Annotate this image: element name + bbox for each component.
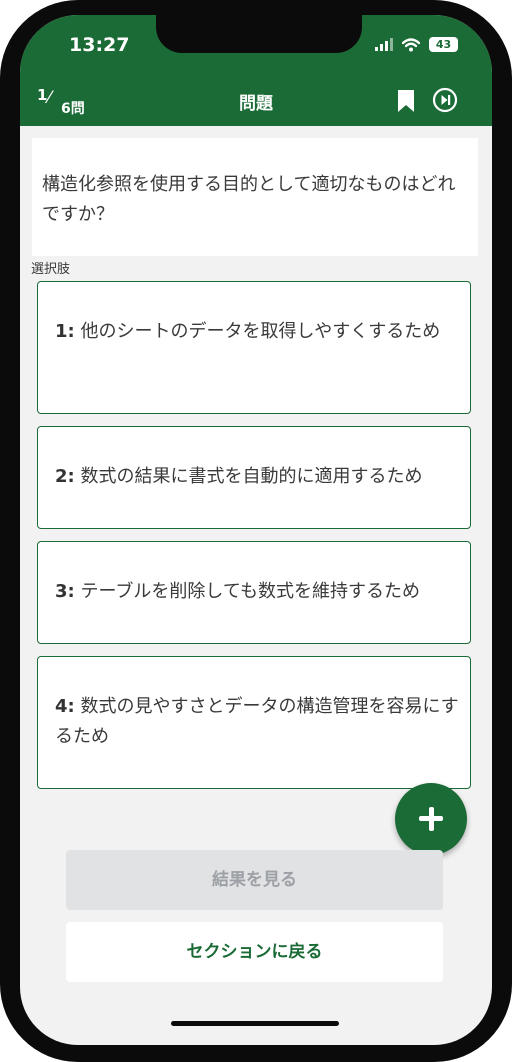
page-title: 問題: [239, 94, 273, 114]
plus-icon: [428, 807, 434, 831]
battery-icon: 43: [429, 37, 458, 52]
choice-number: 1:: [55, 321, 75, 342]
bookmark-icon[interactable]: [396, 89, 416, 113]
side-button: [508, 235, 512, 345]
phone-frame: 13:27 43 1 ⁄ 6問 問題 構造化参照を使用する目的として適切なものは…: [0, 0, 512, 1062]
back-to-section-button[interactable]: セクションに戻る: [66, 922, 443, 982]
status-icons: 43: [375, 37, 458, 52]
choice-text: 4: 数式の見やすさとデータの構造管理を容易にするため: [55, 692, 460, 752]
choice-label: 他のシートのデータを取得しやすくするため: [80, 321, 441, 342]
choice-number: 2:: [55, 466, 75, 487]
app-header: 13:27 43 1 ⁄ 6問 問題: [20, 15, 492, 126]
choice-option[interactable]: 1: 他のシートのデータを取得しやすくするため: [37, 281, 471, 414]
wifi-icon: [402, 37, 420, 51]
choice-label: 数式の見やすさとデータの構造管理を容易にするため: [55, 696, 459, 747]
screen: 13:27 43 1 ⁄ 6問 問題 構造化参照を使用する目的として適切なものは…: [20, 15, 492, 1045]
choices-label: 選択肢: [31, 262, 71, 277]
choice-number: 3:: [55, 581, 75, 602]
choice-text: 3: テーブルを削除しても数式を維持するため: [55, 577, 460, 607]
status-time: 13:27: [69, 34, 130, 56]
choice-option[interactable]: 2: 数式の結果に書式を自動的に適用するため: [37, 426, 471, 529]
choice-label: 数式の結果に書式を自動的に適用するため: [80, 466, 423, 487]
choice-number: 4:: [55, 696, 75, 717]
question-text: 構造化参照を使用する目的として適切なものはどれですか？: [42, 174, 456, 225]
add-button[interactable]: [395, 783, 467, 855]
choice-option[interactable]: 4: 数式の見やすさとデータの構造管理を容易にするため: [37, 656, 471, 789]
notch: [156, 15, 362, 53]
side-button: [0, 290, 2, 360]
home-indicator[interactable]: [171, 1021, 339, 1026]
choice-option[interactable]: 3: テーブルを削除しても数式を維持するため: [37, 541, 471, 644]
question-card: 構造化参照を使用する目的として適切なものはどれですか？: [32, 138, 478, 256]
choice-text: 1: 他のシートのデータを取得しやすくするため: [55, 317, 460, 347]
choice-text: 2: 数式の結果に書式を自動的に適用するため: [55, 462, 460, 492]
signal-icon: [375, 38, 393, 51]
choice-label: テーブルを削除しても数式を維持するため: [80, 581, 420, 602]
side-button: [0, 130, 2, 170]
skip-next-icon[interactable]: [432, 87, 458, 113]
view-results-button[interactable]: 結果を見る: [66, 850, 443, 910]
side-button: [0, 205, 2, 275]
